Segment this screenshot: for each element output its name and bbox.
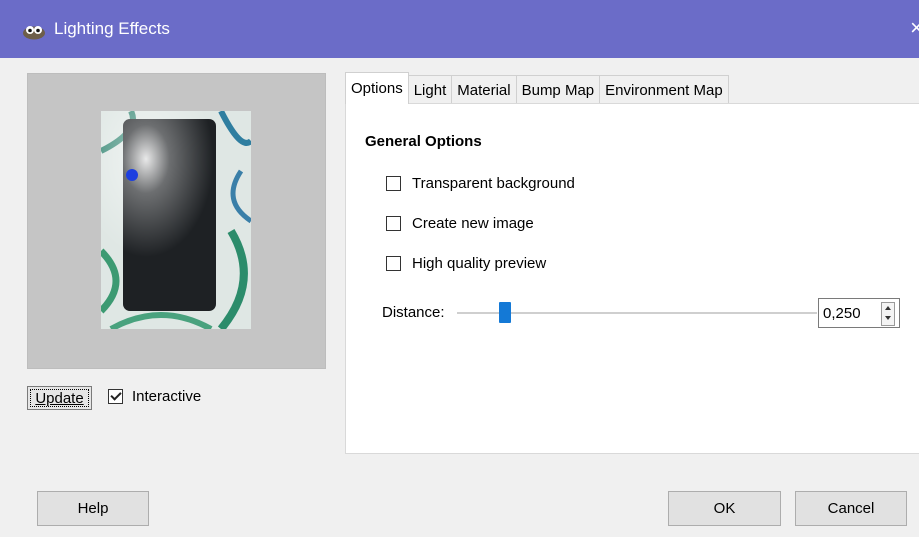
tab-bar: Options Light Material Bump Map Environm… (345, 72, 729, 104)
high-quality-preview-option[interactable]: High quality preview (386, 255, 546, 272)
high-quality-preview-label: High quality preview (412, 255, 547, 272)
section-title: General Options (365, 133, 482, 150)
transparent-background-label: Transparent background (412, 175, 575, 192)
cancel-button-label: Cancel (827, 500, 875, 517)
help-button-label: Help (77, 500, 109, 517)
create-new-image-checkbox[interactable] (386, 216, 401, 231)
title-bar: Lighting Effects × (0, 0, 919, 58)
update-button-label: Update (35, 389, 84, 407)
distance-value[interactable]: 0,250 (823, 305, 861, 322)
light-glare (101, 111, 251, 329)
cancel-button[interactable]: Cancel (795, 491, 907, 526)
transparent-background-option[interactable]: Transparent background (386, 175, 575, 192)
spin-arrows[interactable] (881, 302, 895, 326)
ok-button[interactable]: OK (668, 491, 781, 526)
distance-slider-track[interactable] (457, 312, 817, 314)
high-quality-preview-checkbox[interactable] (386, 256, 401, 271)
preview-image (101, 111, 251, 329)
close-icon[interactable]: × (910, 15, 919, 41)
light-position-handle[interactable] (126, 169, 138, 181)
distance-spinbox[interactable]: 0,250 (818, 298, 900, 328)
transparent-background-checkbox[interactable] (386, 176, 401, 191)
update-button[interactable]: Update (27, 386, 92, 410)
distance-slider-handle[interactable] (499, 302, 511, 323)
help-button[interactable]: Help (37, 491, 149, 526)
tab-light[interactable]: Light (407, 75, 453, 104)
interactive-label: Interactive (132, 388, 202, 405)
tab-options[interactable]: Options (345, 72, 409, 104)
tab-environment-map[interactable]: Environment Map (599, 75, 729, 104)
create-new-image-option[interactable]: Create new image (386, 215, 534, 232)
interactive-checkbox[interactable] (108, 389, 123, 404)
tab-bump-map[interactable]: Bump Map (515, 75, 601, 104)
create-new-image-label: Create new image (412, 215, 534, 232)
dialog-body: Update Interactive Options Light Materia… (0, 58, 919, 537)
interactive-checkbox-row[interactable]: Interactive (108, 388, 201, 405)
ok-button-label: OK (713, 500, 736, 517)
options-panel: General Options Transparent background C… (345, 103, 919, 454)
preview-area[interactable] (27, 73, 326, 369)
distance-label: Distance: (382, 304, 445, 321)
window-title: Lighting Effects (54, 19, 170, 38)
spin-down-icon[interactable] (885, 316, 891, 320)
gimp-icon (23, 26, 45, 40)
spin-up-icon[interactable] (885, 306, 891, 310)
tab-material[interactable]: Material (451, 75, 517, 104)
